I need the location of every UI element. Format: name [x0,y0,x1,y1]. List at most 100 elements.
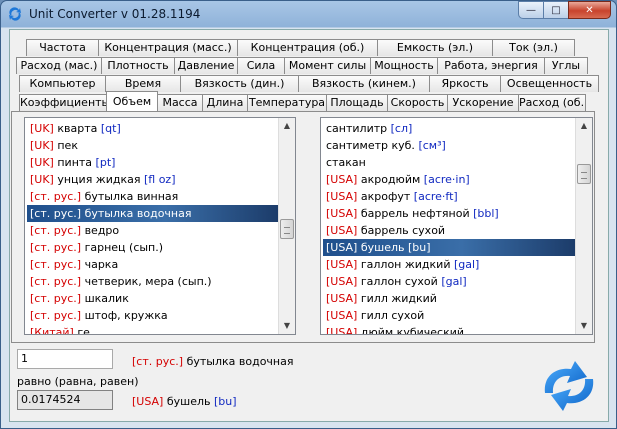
list-item[interactable]: [ст. рус.] чарка [27,256,278,273]
list-item[interactable]: стакан [323,154,575,171]
scroll-up-icon[interactable]: ▲ [279,118,295,134]
scroll-thumb[interactable] [577,164,591,184]
result-field[interactable]: 0.0174524 [17,390,113,410]
to-unit-name: бушель [166,395,211,408]
unit-tag: [USA] [326,292,358,305]
list-item[interactable]: [ст. рус.] четверик, мера (сып.) [27,273,278,290]
list-item[interactable]: [USA] акрофут [acre·ft] [323,188,575,205]
list-item[interactable]: [UK] унция жидкая [fl oz] [27,171,278,188]
tab-concentration-vol[interactable]: Концентрация (об.) [237,39,378,56]
unit-tag: [USA] [326,173,358,186]
list-item[interactable]: [USA] галлон сухой [gal] [323,273,575,290]
to-unit-list[interactable]: сантилитр [сл] сантиметр куб. [см³] стакан… [320,117,593,335]
tab-pressure[interactable]: Давление [174,57,238,74]
unit-tag: [ст. рус.] [30,241,82,254]
tab-volume[interactable]: Объем [106,91,158,111]
unit-tag: [ст. рус.] [30,258,82,271]
unit-name: четверик, мера (сып.) [84,275,212,288]
tab-capacitance[interactable]: Емкость (эл.) [377,39,493,56]
to-unit-abbr: [bu] [214,395,237,408]
to-list-scrollbar[interactable]: ▲ ▼ [575,118,592,334]
list-item[interactable]: [ст. рус.] ведро [27,222,278,239]
list-item[interactable]: [USA] бушель [bu] [323,239,575,256]
tab-temperature[interactable]: Температура [247,94,327,111]
list-item[interactable]: [USA] галлон жидкий [gal] [323,256,575,273]
unit-abbr: [gal] [441,275,467,288]
unit-name: галлон жидкий [360,258,451,271]
list-item[interactable]: [UK] кварта [qt] [27,120,278,137]
close-button[interactable]: ✕ [568,1,611,19]
tab-force[interactable]: Сила [237,57,285,74]
tab-luminance[interactable]: Яркость [429,75,501,92]
list-item[interactable]: сантилитр [сл] [323,120,575,137]
tab-length[interactable]: Длина [202,94,248,111]
unit-tag: [ст. рус.] [30,292,82,305]
tab-current[interactable]: Ток (эл.) [492,39,575,56]
tab-viscosity-dyn[interactable]: Вязкость (дин.) [180,75,299,92]
scroll-thumb[interactable] [280,219,294,239]
list-item[interactable]: [ст. рус.] бутылка водочная [27,205,278,222]
tab-flow-vol[interactable]: Расход (об.) [518,94,586,111]
window-title: Unit Converter v 01.28.1194 [29,7,201,21]
list-item[interactable]: сантиметр куб. [см³] [323,137,575,154]
unit-name: бушель [360,241,405,254]
unit-abbr: [fl oz] [143,173,176,186]
list-item[interactable]: [USA] баррель нефтяной [bbl] [323,205,575,222]
tab-viscosity-kin[interactable]: Вязкость (кинем.) [298,75,430,92]
unit-tag: [ст. рус.] [30,224,82,237]
minimize-button[interactable]: — [518,1,544,19]
scroll-up-icon[interactable]: ▲ [576,118,592,134]
tab-power[interactable]: Мощность [370,57,438,74]
tab-torque[interactable]: Момент силы [284,57,371,74]
tab-time[interactable]: Время [105,75,181,92]
list-item[interactable]: [USA] баррель сухой [323,222,575,239]
tab-acceleration[interactable]: Ускорение [447,94,519,111]
tab-angles[interactable]: Углы [544,57,588,74]
from-list-scrollbar[interactable]: ▲ ▼ [278,118,295,334]
list-item[interactable]: [ст. рус.] шкалик [27,290,278,307]
list-item[interactable]: [UK] пинта [pt] [27,154,278,171]
tab-mass[interactable]: Масса [157,94,203,111]
tab-energy[interactable]: Работа, энергия [437,57,545,74]
unit-tag: [USA] [326,190,358,203]
list-item[interactable]: [Китай] ге [27,324,278,335]
value-input[interactable]: 1 [17,349,113,369]
from-unit-label: [ст. рус.] бутылка водочная [132,355,293,368]
from-unit-tag: [ст. рус.] [132,355,184,368]
tab-area[interactable]: Площадь [326,94,388,111]
list-item[interactable]: [ст. рус.] бутылка винная [27,188,278,205]
from-unit-list[interactable]: [UK] кварта [qt] [UK] пек [UK] пинта [pt][… [24,117,296,335]
tab-flow-mass[interactable]: Расход (мас.) [16,57,102,74]
tab-coefficients[interactable]: Коэффициенты [19,94,107,111]
list-item[interactable]: [USA] дюйм кубический [323,324,575,334]
list-item[interactable]: [ст. рус.] штоф, кружка [27,307,278,324]
tab-illuminance[interactable]: Освещенность [500,75,599,92]
list-item[interactable]: [USA] гилл жидкий [323,290,575,307]
unit-abbr: [bbl] [473,207,499,220]
swap-units-icon[interactable] [537,359,601,413]
unit-tag: [ст. рус.] [30,275,82,288]
from-unit-name: бутылка водочная [186,355,294,368]
list-item[interactable]: [ст. рус.] гарнец (сып.) [27,239,278,256]
list-item[interactable]: [USA] гилл сухой [323,307,575,324]
scroll-down-icon[interactable]: ▼ [279,318,295,334]
scroll-down-icon[interactable]: ▼ [576,318,592,334]
unit-abbr: [pt] [95,156,116,169]
unit-tag: [USA] [326,207,358,220]
list-item[interactable]: [USA] акродюйм [acre·in] [323,171,575,188]
unit-tag: [ст. рус.] [30,309,82,322]
tab-computer[interactable]: Компьютер [19,75,106,92]
unit-name: сантилитр [326,122,388,135]
tab-density[interactable]: Плотность [101,57,175,74]
unit-tag: [UK] [30,139,54,152]
tab-speed[interactable]: Скорость [387,94,448,111]
unit-name: сантиметр куб. [326,139,415,152]
tab-frequency[interactable]: Частота [26,39,99,56]
maximize-button[interactable]: □ [543,1,569,19]
unit-name: ге [77,326,90,335]
title-bar[interactable]: Unit Converter v 01.28.1194 — □ ✕ [1,1,616,28]
list-item[interactable]: [UK] пек [27,137,278,154]
tab-concentration-mass[interactable]: Концентрация (масс.) [98,39,238,56]
unit-name: гилл сухой [360,309,425,322]
unit-tag: [Китай] [30,326,74,335]
